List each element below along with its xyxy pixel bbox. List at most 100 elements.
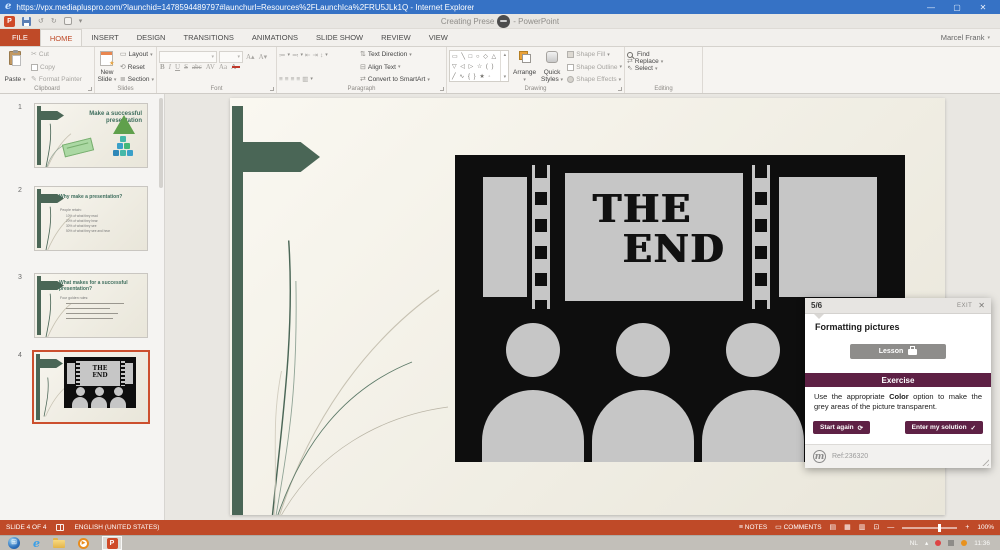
touch-mode-icon[interactable] (64, 17, 72, 25)
taskbar-ie-icon[interactable]: e (33, 538, 40, 549)
copy-button[interactable]: Copy (31, 64, 82, 71)
thumbnail-scrollbar[interactable] (159, 98, 163, 188)
zoom-slider[interactable] (902, 527, 957, 529)
taskbar-powerpoint-active[interactable]: P (102, 536, 122, 550)
tab-design[interactable]: DESIGN (128, 29, 175, 46)
shapes-gallery[interactable]: ▭ ╲ □ ○ ◇ △ ▽ ◁ ▷ ☆ ( ) ╱ ∿ { } ★ ◦ ▴ ▾ (449, 50, 509, 82)
exit-button[interactable]: EXIT (957, 303, 972, 309)
spell-check-icon[interactable] (56, 524, 64, 531)
paste-button[interactable]: Paste ▾ (2, 50, 28, 84)
arrange-button[interactable]: Arrange ▾ (512, 50, 536, 84)
lesson-button[interactable]: Lesson (850, 344, 946, 359)
strikethrough-button[interactable]: abc (191, 63, 203, 71)
tray-app-icon-2[interactable] (961, 540, 967, 546)
tab-animations[interactable]: ANIMATIONS (243, 29, 307, 46)
convert-smartart-button[interactable]: ⇄Convert to SmartArt▾ (360, 76, 430, 83)
taskbar-media-player-icon[interactable]: ▶ (78, 538, 89, 549)
zoom-in-button[interactable]: + (965, 524, 969, 531)
save-icon[interactable] (22, 17, 31, 26)
tab-insert[interactable]: INSERT (82, 29, 127, 46)
tray-alert-icon[interactable] (935, 540, 941, 546)
window-maximize-button[interactable]: ▢ (951, 3, 963, 12)
tray-app-icon[interactable] (948, 540, 954, 546)
tray-expand-icon[interactable]: ▴ (925, 539, 928, 547)
increase-indent-button[interactable]: ⇥ (312, 51, 317, 59)
align-right-button[interactable]: ≡ (291, 76, 295, 83)
taskbar-clock[interactable]: 11:36 (974, 540, 992, 547)
language-switcher[interactable]: NL (910, 540, 918, 547)
tab-transitions[interactable]: TRANSITIONS (174, 29, 242, 46)
tab-view[interactable]: VIEW (420, 29, 457, 46)
close-icon[interactable]: ✕ (978, 301, 985, 310)
shapes-scroll-down-icon[interactable]: ▾ (504, 74, 507, 80)
replace-button[interactable]: ⇄Replace▾ (627, 58, 700, 65)
drawing-dialog-launcher[interactable] (618, 87, 622, 91)
tab-review[interactable]: REVIEW (372, 29, 420, 46)
align-left-button[interactable]: ≡ (279, 76, 283, 83)
language-indicator[interactable]: ENGLISH (UNITED STATES) (74, 524, 159, 531)
training-panel-header[interactable]: 5/6 EXIT ✕ (805, 298, 991, 314)
shape-effects-button[interactable]: Shape Effects▾ (567, 76, 622, 83)
tab-slide-show[interactable]: SLIDE SHOW (307, 29, 372, 46)
thumbnail-slide-3[interactable]: What makes for a successful presentation… (34, 273, 148, 338)
shapes-scroll-up-icon[interactable]: ▴ (504, 52, 507, 58)
window-minimize-button[interactable]: — (925, 3, 937, 12)
bullets-button[interactable]: ≔ (279, 51, 286, 59)
customize-qat-icon[interactable]: ▾ (79, 18, 83, 25)
thumbnail-slide-1[interactable]: Make a successful presentation (34, 103, 148, 168)
numbering-button[interactable]: ≕ (292, 51, 299, 59)
character-spacing-button[interactable]: AV (205, 63, 216, 71)
notes-button[interactable]: ≡ NOTES (739, 524, 767, 531)
comments-button[interactable]: ▭ COMMENTS (775, 524, 821, 531)
section-button[interactable]: ≣Section▾ (120, 76, 154, 83)
undo-icon[interactable]: ↺ (38, 18, 44, 25)
tab-home[interactable]: HOME (40, 29, 83, 46)
start-again-button[interactable]: Start again ⟳ (813, 421, 870, 434)
new-slide-button[interactable]: New Slide ▾ (97, 50, 117, 84)
line-spacing-button[interactable]: ↕ (320, 52, 323, 59)
cut-button[interactable]: ✂Cut (31, 51, 82, 58)
shape-outline-button[interactable]: Shape Outline▾ (567, 64, 622, 71)
format-painter-button[interactable]: ✎Format Painter (31, 76, 82, 83)
paragraph-dialog-launcher[interactable] (440, 87, 444, 91)
normal-view-button[interactable]: ▤ (830, 524, 837, 531)
bold-button[interactable]: B (159, 63, 166, 71)
slideshow-view-button[interactable]: ⊡ (873, 524, 879, 531)
thumbnail-slide-2[interactable]: Why make a presentation? People retain: … (34, 186, 148, 251)
columns-button[interactable]: ▥ (302, 75, 308, 83)
reset-button[interactable]: ⟲Reset (120, 64, 154, 71)
text-shadow-button[interactable]: S (183, 63, 189, 71)
font-dialog-launcher[interactable] (270, 87, 274, 91)
slide-sorter-view-button[interactable]: ▦ (844, 524, 851, 531)
change-case-button[interactable]: Aa (218, 63, 228, 71)
layout-button[interactable]: ▭Layout▾ (120, 51, 154, 58)
shape-fill-button[interactable]: Shape Fill▾ (567, 51, 622, 58)
decrease-indent-button[interactable]: ⇤ (305, 51, 310, 59)
italic-button[interactable]: I (168, 63, 172, 71)
font-name-combo[interactable]: ▾ (159, 51, 217, 63)
zoom-level[interactable]: 100% (977, 524, 994, 531)
text-direction-button[interactable]: ⇅Text Direction▾ (360, 51, 430, 58)
window-close-button[interactable]: ✕ (977, 3, 989, 12)
align-center-button[interactable]: ≡ (285, 76, 289, 83)
justify-button[interactable]: ≡ (296, 76, 300, 83)
align-text-button[interactable]: ⊟Align Text▾ (360, 64, 430, 71)
underline-button[interactable]: U (174, 63, 181, 71)
select-button[interactable]: ⇖Select▾ (627, 65, 700, 72)
enter-my-solution-button[interactable]: Enter my solution ✓ (905, 421, 983, 434)
taskbar-explorer-icon[interactable] (53, 540, 65, 548)
zoom-out-button[interactable]: — (887, 524, 894, 531)
redo-icon[interactable]: ↻ (51, 18, 57, 25)
start-button[interactable]: ⊞ (8, 537, 20, 549)
reading-view-button[interactable]: ▥ (859, 524, 866, 531)
grow-font-button[interactable]: A▴ (245, 53, 256, 61)
shrink-font-button[interactable]: A▾ (258, 53, 269, 61)
tab-file[interactable]: FILE (0, 29, 40, 46)
quick-styles-button[interactable]: Quick Styles ▾ (540, 50, 564, 84)
thumbnail-slide-4-selected[interactable]: THEEND (32, 350, 150, 424)
font-size-combo[interactable]: ▾ (219, 51, 243, 63)
account-menu[interactable]: Marcel Frank ▾ (941, 29, 1000, 46)
zoom-slider-thumb[interactable] (938, 524, 941, 532)
find-button[interactable]: Find (627, 51, 700, 58)
clipboard-dialog-launcher[interactable] (88, 87, 92, 91)
